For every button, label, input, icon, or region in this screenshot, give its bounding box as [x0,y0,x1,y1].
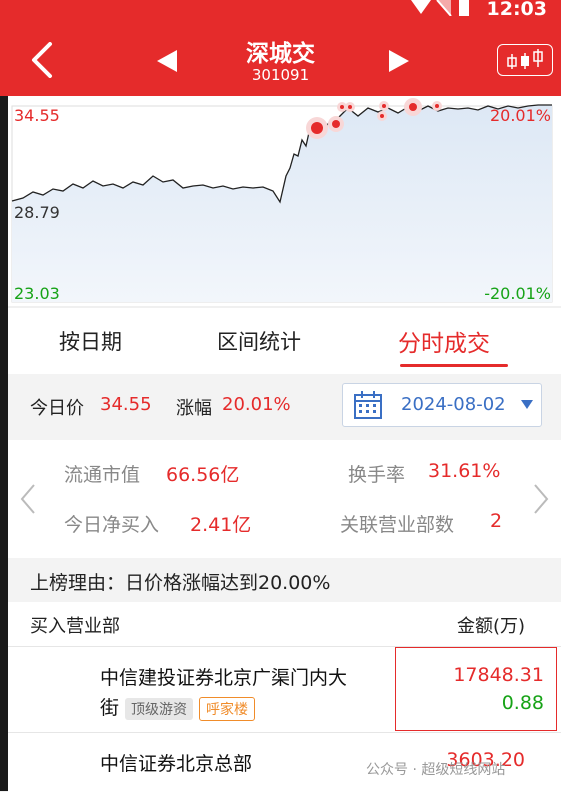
net-buy-label: 今日净买入 [64,514,160,536]
price-area [12,105,552,302]
price-bar: 今日价 34.55 涨幅 20.01% 2024-08-02 [8,374,561,440]
table-row[interactable]: 中信建投证券北京广渠门内大 街顶级游资 呼家楼 17848.31 0.88 [8,646,561,733]
pct-high-label: 20.01% [489,106,551,125]
next-stock-icon[interactable] [389,50,409,72]
dropdown-arrow-icon [521,400,533,409]
float-cap-value: 66.56亿 [166,464,240,486]
background-strip [0,96,8,791]
buy-amount: 17848.31 [453,664,544,686]
amount-highlight-box: 17848.31 0.88 [395,647,557,731]
listing-reason: 上榜理由：日价格涨幅达到20.00% [8,558,561,602]
intraday-chart[interactable]: 34.55 28.79 23.03 20.01% -20.01% [8,96,561,306]
amount-column-header: 金额(万) [456,616,525,637]
price-low-label: 23.03 [14,284,60,303]
signal-battery-icons [411,0,469,16]
calendar-icon [354,391,382,419]
stock-code: 301091 [251,66,310,84]
chevron-right-icon[interactable] [533,484,549,514]
tab-range-stats[interactable]: 区间统计 [217,326,301,356]
buy-dept-column-header: 买入营业部 [30,616,120,637]
today-price-label: 今日价 [30,398,84,419]
net-buy-value: 2.41亿 [190,514,252,536]
dept-name: 中信建投证券北京广渠门内大 [100,667,348,689]
watermark: 公众号 · 超级短线网站 [366,762,506,778]
date-picker[interactable]: 2024-08-02 [342,383,542,427]
candlestick-icon [507,49,543,69]
change-label: 涨幅 [176,398,212,419]
dept-name-line2: 街顶级游资 呼家楼 [100,693,256,721]
dept-count-value: 2 [490,510,503,532]
stats-panel: 流通市值 66.56亿 换手率 31.61% 今日净买入 2.41亿 关联营业部… [8,440,561,558]
sell-amount: 0.88 [501,692,544,714]
change-value: 20.01% [222,394,291,415]
status-time: 12:03 [486,0,547,20]
dept-name-cont: 街 [100,697,120,719]
app-header: 12:03 深城交 301091 [0,0,561,96]
today-price-value: 34.55 [100,394,152,415]
tab-bar: 按日期 区间统计 分时成交 [8,308,561,374]
price-mid-label: 28.79 [14,203,60,222]
buy-list-header: 买入营业部 金额(万) [8,602,561,646]
price-high-label: 34.55 [14,106,60,125]
listing-reason-text: 上榜理由：日价格涨幅达到20.00% [30,572,331,594]
pct-low-label: -20.01% [484,284,551,303]
tab-intraday-trades[interactable]: 分时成交 [398,324,490,358]
chevron-left-icon[interactable] [20,484,36,514]
date-value: 2024-08-02 [401,394,506,415]
dept-name: 中信证券北京总部 [100,753,253,775]
tag-trader-alias[interactable]: 呼家楼 [199,696,256,721]
tab-by-date[interactable]: 按日期 [59,326,122,356]
turnover-label: 换手率 [348,464,406,486]
kline-button[interactable] [497,44,553,76]
tab-active-indicator [400,364,508,367]
tag-top-trader: 顶级游资 [125,697,194,720]
stock-name: 深城交 [246,41,315,67]
turnover-value: 31.61% [428,460,501,482]
dept-count-label: 关联营业部数 [340,514,455,536]
float-cap-label: 流通市值 [64,464,141,486]
